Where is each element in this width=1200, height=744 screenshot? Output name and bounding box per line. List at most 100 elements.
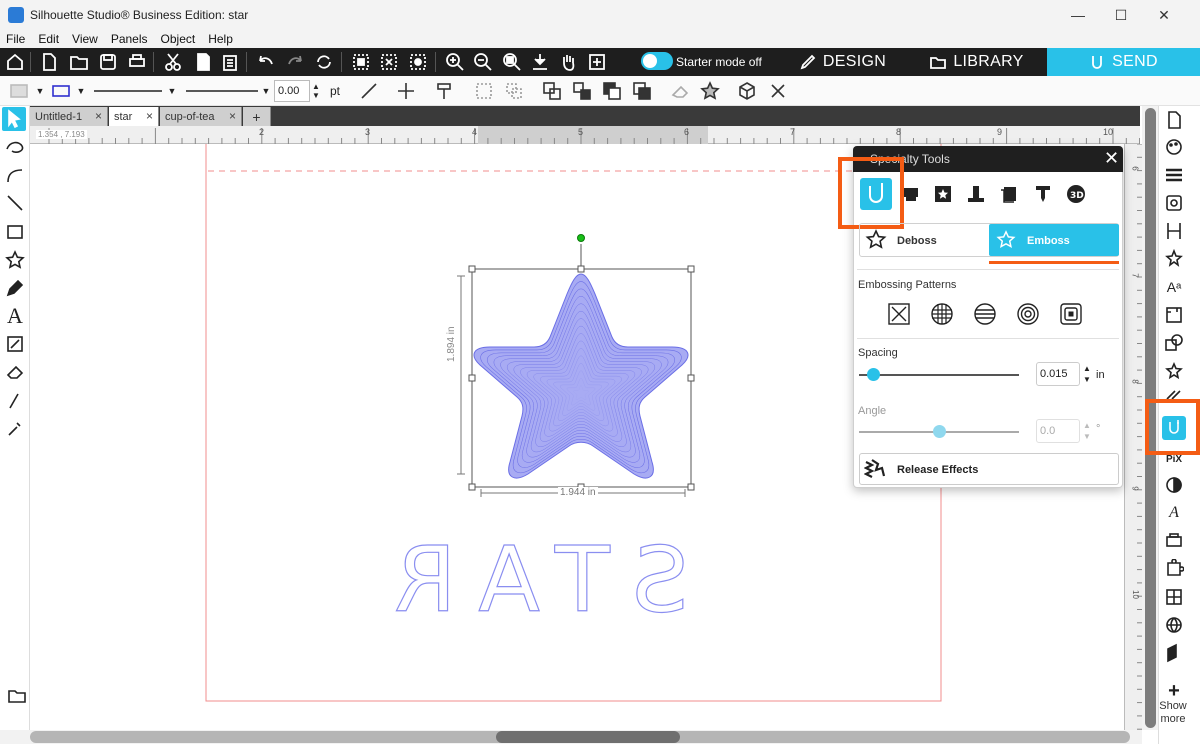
transform-panel-icon[interactable] [1162, 191, 1186, 215]
sketch-tool-icon[interactable] [3, 332, 27, 356]
nest-panel-icon[interactable] [1162, 585, 1186, 609]
fill-palette-icon[interactable] [1162, 135, 1186, 159]
spacing-slider[interactable] [859, 374, 1019, 376]
select-all-icon[interactable] [349, 50, 373, 74]
eraser-action-icon[interactable] [668, 80, 692, 102]
line-color-dropdown-icon[interactable]: ▼ [75, 80, 87, 102]
rectangle-tool-icon[interactable] [3, 220, 27, 244]
heat-pen-tool-icon[interactable] [1029, 180, 1057, 208]
curve-tool-icon[interactable] [3, 163, 27, 187]
select-tool-icon[interactable] [2, 107, 26, 131]
resize-handle[interactable] [468, 483, 476, 491]
fit-to-page-icon[interactable] [528, 50, 552, 74]
align-icon[interactable] [432, 80, 456, 102]
tab-library[interactable]: LIBRARY [912, 48, 1042, 76]
embossed-star[interactable] [473, 273, 689, 479]
line-style-panel-icon[interactable] [1162, 163, 1186, 187]
layers-panel-icon[interactable] [1162, 641, 1186, 665]
angle-slider-knob[interactable] [932, 425, 946, 438]
eyedropper-tool-icon[interactable] [3, 416, 27, 440]
tab-send[interactable]: SEND [1047, 48, 1200, 76]
resize-handle[interactable] [468, 265, 476, 273]
move-icon[interactable] [394, 80, 418, 102]
resize-handle[interactable] [687, 265, 695, 273]
menu-view[interactable]: View [72, 32, 98, 46]
home-icon[interactable] [3, 50, 27, 74]
angle-stepper[interactable]: ▲ ▼ [1083, 420, 1091, 442]
line-color-icon[interactable] [50, 80, 72, 102]
resize-handle[interactable] [687, 374, 695, 382]
foil-tool-icon[interactable] [929, 180, 957, 208]
pattern-lines-icon[interactable] [973, 302, 997, 326]
maximize-button[interactable]: ☐ [1101, 4, 1141, 26]
menu-object[interactable]: Object [161, 32, 196, 46]
resize-handle[interactable] [577, 265, 585, 273]
globe-panel-icon[interactable] [1162, 613, 1186, 637]
spacing-input[interactable]: 0.015 [1036, 362, 1080, 386]
line-join-select[interactable] [184, 80, 260, 102]
pan-hand-icon[interactable] [556, 50, 580, 74]
menu-help[interactable]: Help [208, 32, 233, 46]
show-more-icon[interactable]: + [1162, 680, 1186, 702]
line-tool-icon[interactable] [357, 80, 381, 102]
tab-design[interactable]: DESIGN [778, 48, 908, 76]
tab-untitled-1[interactable]: Untitled-1 × [30, 107, 108, 126]
close-tab-icon[interactable]: × [146, 109, 153, 123]
spacing-stepper[interactable]: ▲ ▼ [1083, 363, 1091, 385]
release-compound-icon[interactable] [570, 80, 594, 102]
line-width-input[interactable]: 0.00 [274, 80, 310, 102]
close-icon[interactable] [766, 80, 790, 102]
close-panel-icon[interactable]: ✕ [1104, 148, 1119, 169]
add-tab-button[interactable]: + [243, 107, 271, 126]
3d-tool-icon[interactable]: 3D [1062, 180, 1090, 208]
print-cut-panel-icon[interactable] [1162, 529, 1186, 553]
line-join-dropdown-icon[interactable]: ▼ [260, 80, 272, 102]
tab-cup-of-tea[interactable]: cup-of-tea × [160, 107, 242, 126]
undo-icon[interactable] [254, 50, 278, 74]
pen-tool-icon[interactable] [3, 276, 27, 300]
3d-box-icon[interactable] [735, 80, 759, 102]
angle-input[interactable]: 0.0 [1036, 419, 1080, 443]
fill-pattern-icon[interactable] [6, 80, 32, 102]
close-window-button[interactable]: ✕ [1144, 4, 1184, 26]
modify-panel-icon[interactable] [1162, 331, 1186, 355]
sketch-pen-tool-icon[interactable] [995, 180, 1023, 208]
zoom-in-icon[interactable] [443, 50, 467, 74]
text-tool-icon[interactable]: A [3, 303, 27, 328]
line-style-select[interactable] [92, 80, 164, 102]
line-draw-tool-icon[interactable] [3, 191, 27, 215]
refresh-icon[interactable] [312, 50, 336, 74]
knife-tool-icon[interactable] [3, 388, 27, 412]
show-more-button[interactable]: Show more [1158, 700, 1188, 726]
pen-holder-tool-icon[interactable] [962, 180, 990, 208]
menu-panels[interactable]: Panels [111, 32, 148, 46]
compound-path-icon[interactable] [540, 80, 564, 102]
sketch-font-panel-icon[interactable]: A [1162, 501, 1186, 525]
new-document-icon[interactable] [37, 50, 61, 74]
menu-edit[interactable]: Edit [38, 32, 59, 46]
pattern-concentric-icon[interactable] [1016, 302, 1040, 326]
text-style-panel-icon[interactable]: Aᵃ [1162, 275, 1186, 299]
edit-points-icon[interactable] [406, 50, 430, 74]
pattern-square-spiral-icon[interactable] [1059, 302, 1083, 326]
tab-star[interactable]: star × [109, 107, 159, 126]
cut-icon[interactable] [161, 50, 185, 74]
page-setup-icon[interactable] [1162, 108, 1186, 132]
pattern-none-icon[interactable] [887, 302, 911, 326]
save-icon[interactable] [96, 50, 120, 74]
deselect-icon[interactable] [377, 50, 401, 74]
minimize-button[interactable]: — [1058, 4, 1098, 26]
print-icon[interactable] [125, 50, 149, 74]
layers-folder-icon[interactable] [3, 684, 31, 708]
zoom-selection-icon[interactable] [500, 50, 524, 74]
bring-forward-icon[interactable] [600, 80, 624, 102]
paste-icon[interactable] [218, 50, 242, 74]
polygon-star-tool-icon[interactable] [3, 248, 27, 272]
redo-icon[interactable] [283, 50, 307, 74]
offset-panel-icon[interactable] [1162, 359, 1186, 383]
copy-icon[interactable] [190, 50, 214, 74]
align-panel-icon[interactable] [1162, 219, 1186, 243]
pattern-grid-icon[interactable] [930, 302, 954, 326]
ungroup-icon[interactable] [502, 80, 526, 102]
eraser-tool-icon[interactable] [3, 360, 27, 384]
